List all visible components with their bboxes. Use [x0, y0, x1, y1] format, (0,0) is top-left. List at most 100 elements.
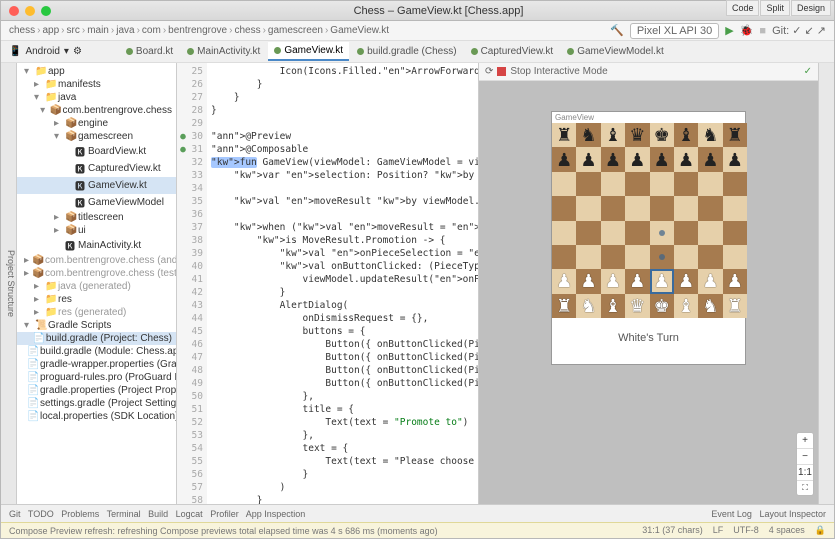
- wp-piece[interactable]: ♟: [702, 272, 718, 290]
- tree-node[interactable]: ▸📁manifests: [17, 78, 176, 91]
- tree-node[interactable]: ▾📦com.bentrengrove.chess: [17, 104, 176, 117]
- square-2-7[interactable]: [723, 172, 747, 196]
- tree-node[interactable]: ▸📁res: [17, 293, 176, 306]
- square-6-3[interactable]: ♟: [625, 269, 649, 293]
- wr-piece[interactable]: ♜: [556, 297, 572, 315]
- tree-node[interactable]: 📄build.gradle (Module: Chess.app): [17, 345, 176, 358]
- git-icon[interactable]: Git: ✓ ↙ ↗: [772, 24, 826, 37]
- square-7-2[interactable]: ♝: [601, 294, 625, 318]
- wb-piece[interactable]: ♝: [678, 297, 694, 315]
- square-5-2[interactable]: [601, 245, 625, 269]
- square-5-0[interactable]: [552, 245, 576, 269]
- bq-piece[interactable]: ♛: [629, 126, 645, 144]
- wk-piece[interactable]: ♚: [654, 297, 670, 315]
- breadcrumb-item[interactable]: chess: [234, 25, 260, 36]
- square-6-6[interactable]: ♟: [698, 269, 722, 293]
- bp-piece[interactable]: ♟: [629, 151, 645, 169]
- tree-node[interactable]: ▾📜Gradle Scripts: [17, 319, 176, 332]
- tree-node[interactable]: ▸📁res (generated): [17, 306, 176, 319]
- square-1-4[interactable]: ♟: [650, 147, 674, 171]
- code-editor[interactable]: Icon(Icons.Filled."en">ArrowForward, con…: [207, 63, 478, 504]
- square-3-5[interactable]: [674, 196, 698, 220]
- editor-tab[interactable]: GameView.kt: [268, 42, 349, 61]
- square-0-4[interactable]: ♚: [650, 123, 674, 147]
- br-piece[interactable]: ♜: [727, 126, 743, 144]
- tool-tab[interactable]: Git: [9, 509, 21, 519]
- stop-icon[interactable]: ■: [759, 25, 766, 37]
- tool-tab[interactable]: TODO: [28, 509, 54, 519]
- tool-tab[interactable]: Problems: [61, 509, 99, 519]
- square-4-2[interactable]: [601, 221, 625, 245]
- bb-piece[interactable]: ♝: [678, 126, 694, 144]
- square-3-1[interactable]: [576, 196, 600, 220]
- breadcrumb-item[interactable]: bentrengrove: [168, 25, 227, 36]
- editor-tab[interactable]: GameViewModel.kt: [561, 43, 670, 60]
- breadcrumb-item[interactable]: chess: [9, 25, 35, 36]
- bottom-tool-bar[interactable]: Git TODO Problems Terminal Build Logcat …: [1, 504, 834, 522]
- square-3-2[interactable]: [601, 196, 625, 220]
- chess-board[interactable]: ♜♞♝♛♚♝♞♜♟♟♟♟♟♟♟♟♟♟♟♟♟♟♟♟♜♞♝♛♚♝♞♜: [552, 123, 747, 318]
- stop-square-icon[interactable]: [497, 67, 506, 76]
- wp-piece[interactable]: ♟: [727, 272, 743, 290]
- square-7-0[interactable]: ♜: [552, 294, 576, 318]
- square-1-3[interactable]: ♟: [625, 147, 649, 171]
- square-3-7[interactable]: [723, 196, 747, 220]
- tree-node[interactable]: ▸📦titlescreen: [17, 211, 176, 224]
- run-icon[interactable]: ▶: [725, 24, 733, 37]
- square-2-2[interactable]: [601, 172, 625, 196]
- wp-piece[interactable]: ♟: [556, 272, 572, 290]
- square-3-6[interactable]: [698, 196, 722, 220]
- tree-node[interactable]: 📄gradle-wrapper.properties (Gradle Versi…: [17, 358, 176, 371]
- square-2-6[interactable]: [698, 172, 722, 196]
- square-4-4[interactable]: [650, 221, 674, 245]
- zoom-controls[interactable]: + − 1:1 ⛶: [796, 432, 814, 496]
- breadcrumb-item[interactable]: app: [42, 25, 59, 36]
- square-6-7[interactable]: ♟: [723, 269, 747, 293]
- square-2-3[interactable]: [625, 172, 649, 196]
- square-1-1[interactable]: ♟: [576, 147, 600, 171]
- square-2-5[interactable]: [674, 172, 698, 196]
- tool-tab[interactable]: Build: [148, 509, 168, 519]
- breadcrumb-item[interactable]: com: [142, 25, 161, 36]
- tool-tab[interactable]: App Inspection: [246, 509, 306, 519]
- bk-piece[interactable]: ♚: [654, 126, 670, 144]
- breadcrumb-item[interactable]: gamescreen: [268, 25, 323, 36]
- tree-node[interactable]: 🅺GameView.kt: [17, 177, 176, 194]
- breadcrumb-item[interactable]: main: [87, 25, 109, 36]
- square-0-1[interactable]: ♞: [576, 123, 600, 147]
- square-4-6[interactable]: [698, 221, 722, 245]
- project-view-dropdown[interactable]: 📱Android▾ ⚙: [1, 46, 90, 57]
- breadcrumb-item[interactable]: src: [67, 25, 80, 36]
- square-6-5[interactable]: ♟: [674, 269, 698, 293]
- square-5-3[interactable]: [625, 245, 649, 269]
- tree-node[interactable]: 🅺GameViewModel: [17, 194, 176, 211]
- tree-node[interactable]: 📄proguard-rules.pro (ProGuard Rules for …: [17, 371, 176, 384]
- tree-node[interactable]: 📄local.properties (SDK Location): [17, 410, 176, 423]
- tree-node[interactable]: ▸📦engine: [17, 117, 176, 130]
- bb-piece[interactable]: ♝: [605, 126, 621, 144]
- wp-piece[interactable]: ♟: [678, 272, 694, 290]
- square-7-5[interactable]: ♝: [674, 294, 698, 318]
- bp-piece[interactable]: ♟: [580, 151, 596, 169]
- left-gutter-tabs[interactable]: Project Structure: [1, 63, 17, 504]
- tool-tab[interactable]: Terminal: [107, 509, 141, 519]
- tree-node[interactable]: ▾📦gamescreen: [17, 130, 176, 143]
- tree-node[interactable]: 🅺MainActivity.kt: [17, 237, 176, 254]
- wb-piece[interactable]: ♝: [605, 297, 621, 315]
- square-7-7[interactable]: ♜: [723, 294, 747, 318]
- square-0-0[interactable]: ♜: [552, 123, 576, 147]
- view-mode-design[interactable]: Design: [791, 0, 831, 16]
- square-0-3[interactable]: ♛: [625, 123, 649, 147]
- square-6-2[interactable]: ♟: [601, 269, 625, 293]
- wr-piece[interactable]: ♜: [727, 297, 743, 315]
- square-5-7[interactable]: [723, 245, 747, 269]
- preview-frame[interactable]: GameView ♜♞♝♛♚♝♞♜♟♟♟♟♟♟♟♟♟♟♟♟♟♟♟♟♜♞♝♛♚♝♞…: [551, 111, 746, 365]
- breadcrumb-item[interactable]: java: [116, 25, 134, 36]
- project-tree[interactable]: ▾📁app▸📁manifests▾📁java▾📦com.bentrengrove…: [17, 63, 177, 504]
- square-3-3[interactable]: [625, 196, 649, 220]
- square-4-0[interactable]: [552, 221, 576, 245]
- square-7-4[interactable]: ♚: [650, 294, 674, 318]
- bp-piece[interactable]: ♟: [702, 151, 718, 169]
- square-4-5[interactable]: [674, 221, 698, 245]
- refresh-icon[interactable]: ⟳: [485, 66, 493, 77]
